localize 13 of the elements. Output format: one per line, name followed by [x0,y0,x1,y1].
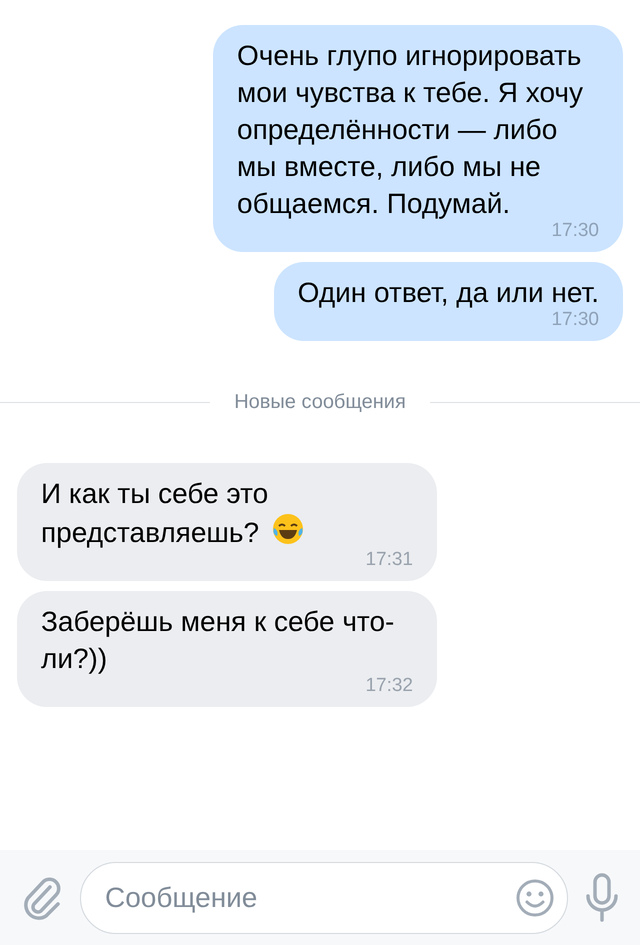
smiley-icon[interactable] [515,878,555,918]
message-text: Один ответ, да или нет. [298,276,599,310]
message-time: 17:30 [551,219,599,243]
message-time: 17:32 [365,674,413,698]
message-text: Очень глупо игнорировать мои чувства к тебе. Я хочу определённости — либо мы вместе, либо мы не общаемся. Подумай. [237,39,584,221]
message-text: И как ты себе это представляешь? [41,475,413,551]
new-messages-label: Новые сообщения [234,390,406,415]
message-text: Заберёшь меня к себе что-ли?)) [41,605,396,676]
message-time: 17:31 [365,548,413,572]
message-time: 17:30 [551,308,599,332]
microphone-icon[interactable] [584,872,620,924]
message-input[interactable]: Сообщение [105,876,515,918]
message-input-field[interactable]: Сообщение [80,862,568,934]
